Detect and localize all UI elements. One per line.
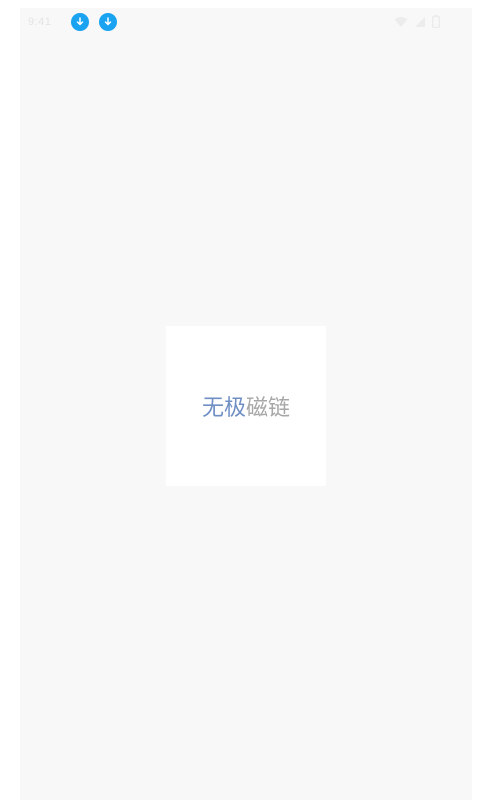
download-arrow-icon [99, 13, 118, 31]
splash-logo-card: 无极磁链 [166, 326, 326, 486]
app-screen: 9:41 无极磁链 [20, 8, 472, 800]
app-logo: 无极磁链 [202, 390, 290, 422]
status-time: 9:41 [28, 16, 52, 28]
status-left-group: 9:41 [28, 13, 118, 31]
logo-text-secondary: 磁链 [246, 396, 291, 421]
download-arrow-icon [71, 13, 90, 31]
wifi-icon [394, 16, 408, 28]
logo-text-primary: 无极 [201, 396, 246, 421]
battery-icon [432, 15, 440, 28]
signal-icon [414, 16, 426, 28]
status-bar: 9:41 [20, 8, 472, 36]
status-right-group [394, 15, 440, 28]
